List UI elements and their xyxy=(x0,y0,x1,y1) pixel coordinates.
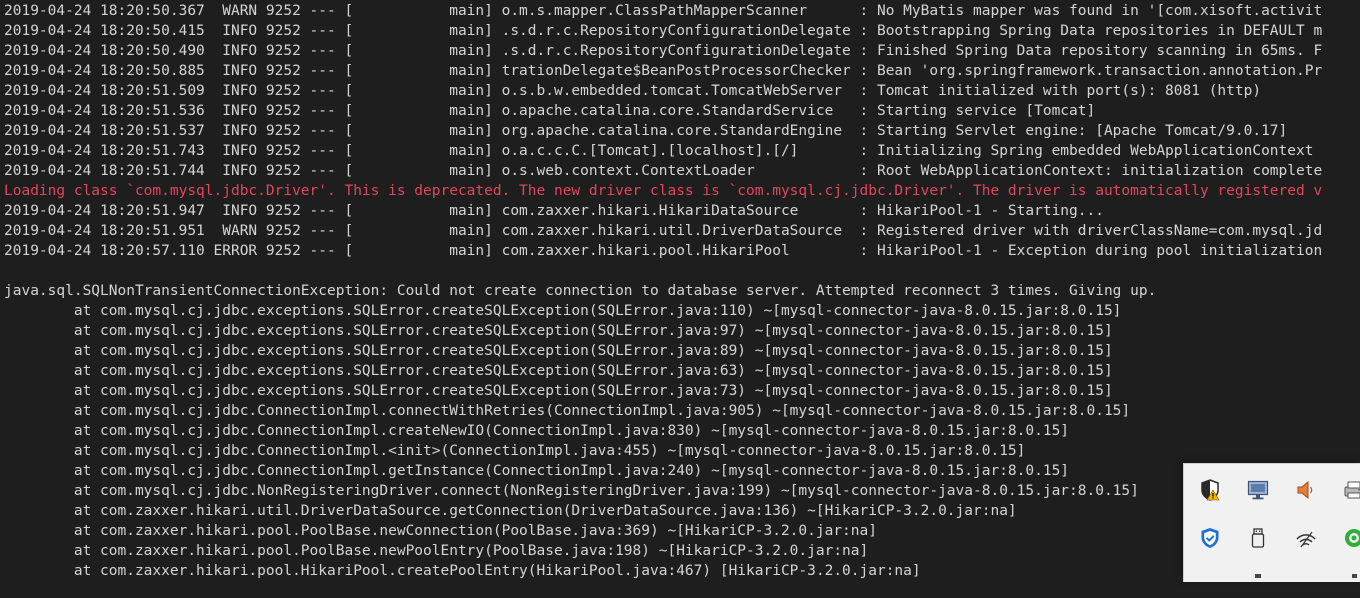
log-line: java.sql.SQLNonTransientConnectionExcept… xyxy=(4,283,1157,299)
log-line: at com.mysql.cj.jdbc.ConnectionImpl.<ini… xyxy=(4,443,1026,459)
log-line: at com.mysql.cj.jdbc.exceptions.SQLError… xyxy=(4,303,1122,319)
defender-shield-icon[interactable] xyxy=(1198,526,1222,550)
volume-icon[interactable] xyxy=(1294,478,1318,502)
log-line: at com.mysql.cj.jdbc.exceptions.SQLError… xyxy=(4,343,1113,359)
display-icon[interactable] xyxy=(1246,478,1270,502)
log-line: 2019-04-24 18:20:50.367 WARN 9252 --- [ … xyxy=(4,3,1323,19)
log-line: 2019-04-24 18:20:51.537 INFO 9252 --- [ … xyxy=(4,123,1288,139)
log-line: at com.mysql.cj.jdbc.exceptions.SQLError… xyxy=(4,323,1113,339)
green-status-icon[interactable] xyxy=(1342,526,1360,550)
log-line: 2019-04-24 18:20:57.110 ERROR 9252 --- [… xyxy=(4,243,1323,259)
log-line: 2019-04-24 18:20:51.743 INFO 9252 --- [ … xyxy=(4,143,1314,159)
log-line: at com.zaxxer.hikari.pool.HikariPool.cre… xyxy=(4,563,921,579)
printer-icon[interactable] xyxy=(1342,478,1360,502)
log-line: at com.zaxxer.hikari.pool.PoolBase.newPo… xyxy=(4,543,869,559)
console-output[interactable]: 2019-04-24 18:20:50.367 WARN 9252 --- [ … xyxy=(4,1,1360,581)
console-window[interactable]: 2019-04-24 18:20:50.367 WARN 9252 --- [ … xyxy=(0,0,1360,581)
log-line: at com.mysql.cj.jdbc.ConnectionImpl.conn… xyxy=(4,403,1131,419)
log-line: at com.mysql.cj.jdbc.ConnectionImpl.getI… xyxy=(4,463,1070,479)
log-line: at com.mysql.cj.jdbc.exceptions.SQLError… xyxy=(4,363,1113,379)
usb-drive-icon[interactable] xyxy=(1246,526,1270,550)
windows-security-icon[interactable] xyxy=(1198,478,1222,502)
log-line: 2019-04-24 18:20:51.951 WARN 9252 --- [ … xyxy=(4,223,1323,239)
tray-icon-partial[interactable] xyxy=(1246,574,1270,598)
log-line: 2019-04-24 18:20:50.885 INFO 9252 --- [ … xyxy=(4,63,1323,79)
log-line: at com.mysql.cj.jdbc.exceptions.SQLError… xyxy=(4,383,1113,399)
log-line: 2019-04-24 18:20:50.415 INFO 9252 --- [ … xyxy=(4,23,1323,39)
log-line: 2019-04-24 18:20:51.509 INFO 9252 --- [ … xyxy=(4,83,1262,99)
log-line: 2019-04-24 18:20:51.947 INFO 9252 --- [ … xyxy=(4,203,1104,219)
system-tray-overflow xyxy=(1183,463,1360,582)
wifi-icon[interactable] xyxy=(1294,526,1318,550)
log-line: at com.mysql.cj.jdbc.ConnectionImpl.crea… xyxy=(4,423,1070,439)
log-line: at com.mysql.cj.jdbc.NonRegisteringDrive… xyxy=(4,483,1139,499)
log-line: at com.zaxxer.hikari.pool.PoolBase.newCo… xyxy=(4,523,877,539)
tray-icon-partial[interactable] xyxy=(1342,574,1360,598)
log-line: 2019-04-24 18:20:50.490 INFO 9252 --- [ … xyxy=(4,43,1323,59)
log-line: at com.zaxxer.hikari.util.DriverDataSour… xyxy=(4,503,1017,519)
log-line: Loading class `com.mysql.jdbc.Driver'. T… xyxy=(4,183,1323,199)
log-line: 2019-04-24 18:20:51.744 INFO 9252 --- [ … xyxy=(4,163,1323,179)
log-line: 2019-04-24 18:20:51.536 INFO 9252 --- [ … xyxy=(4,103,1096,119)
